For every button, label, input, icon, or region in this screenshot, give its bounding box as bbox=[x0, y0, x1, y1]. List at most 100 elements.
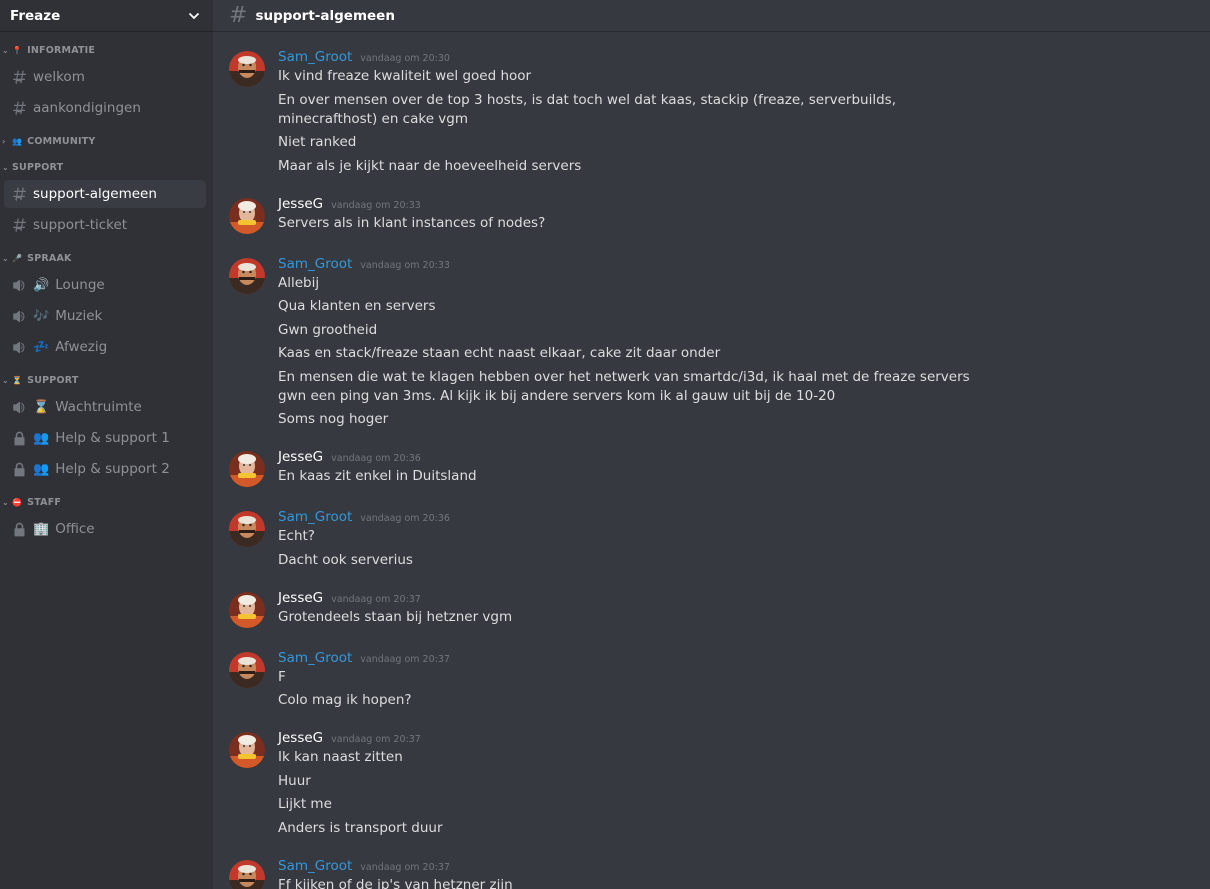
message-text: Lijkt me bbox=[278, 796, 332, 812]
username[interactable]: Sam_Groot bbox=[278, 650, 352, 666]
message-group: JesseG vandaag om 20:33 Servers als in kla… bbox=[213, 196, 1210, 236]
channel-list: ⌄ 📍 INFORMATIE welkom aankondigingen › 👥 COMMUN… bbox=[0, 31, 213, 543]
timestamp: vandaag om 20:36 bbox=[331, 453, 421, 464]
channel-sidebar: Freaze ⌄ 📍 INFORMATIE welkom aankondigingen ›… bbox=[0, 0, 213, 889]
avatar[interactable] bbox=[229, 859, 265, 889]
message-text: Servers als in klant instances of nodes? bbox=[278, 214, 546, 231]
channel-item-help-support-2[interactable]: 👥 Help & support 2 bbox=[4, 455, 206, 483]
chevron-down-icon[interactable] bbox=[187, 9, 201, 23]
channel-item-muziek[interactable]: 🎶 Muziek bbox=[4, 302, 206, 330]
lock-icon bbox=[11, 431, 27, 446]
hash-icon bbox=[11, 70, 27, 85]
avatar[interactable] bbox=[229, 651, 265, 688]
category-spraak[interactable]: ⌄ 🎤 SPRAAK bbox=[0, 251, 213, 265]
hash-icon bbox=[11, 218, 27, 233]
message-text: Ik vind freaze kwaliteit wel goed hoor bbox=[278, 68, 532, 84]
avatar[interactable] bbox=[229, 451, 265, 487]
speaker-icon bbox=[11, 400, 27, 415]
category-emoji-icon: ⏳ bbox=[12, 375, 23, 385]
caret-icon: ⌄ bbox=[2, 45, 9, 55]
channel-emoji-icon: 🎶 bbox=[33, 308, 50, 324]
category-label: SUPPORT bbox=[12, 161, 64, 173]
channel-item-wachtruimte[interactable]: ⌛ Wachtruimte bbox=[4, 393, 206, 421]
timestamp: vandaag om 20:30 bbox=[360, 53, 450, 64]
username[interactable]: Sam_Groot bbox=[278, 509, 352, 525]
username[interactable]: JesseG bbox=[278, 730, 323, 746]
avatar[interactable] bbox=[229, 257, 265, 294]
category-support[interactable]: ⌄ ⏳ SUPPORT bbox=[0, 373, 213, 387]
timestamp: vandaag om 20:33 bbox=[360, 259, 450, 271]
username[interactable]: Sam_Groot bbox=[278, 49, 352, 65]
channel-label: support-algemeen bbox=[33, 186, 157, 202]
username[interactable]: JesseG bbox=[278, 196, 323, 212]
message-text: Ff kijken of de ip's van hetzner zijn bbox=[278, 876, 513, 889]
hash-icon: # bbox=[229, 2, 248, 28]
avatar[interactable] bbox=[229, 591, 265, 628]
server-header[interactable]: Freaze bbox=[0, 0, 213, 31]
message-text: Soms nog hoger bbox=[278, 411, 389, 427]
channel-label: support-ticket bbox=[33, 217, 128, 233]
server-name: Freaze bbox=[10, 7, 61, 24]
message-text: Niet ranked bbox=[278, 134, 357, 150]
timestamp: vandaag om 20:37 bbox=[331, 593, 421, 605]
username[interactable]: JesseG bbox=[278, 449, 323, 465]
message-header: Sam_Groot vandaag om 20:37 bbox=[278, 858, 1210, 876]
message-text: Qua klanten en servers bbox=[278, 298, 436, 314]
timestamp: vandaag om 20:37 bbox=[360, 861, 450, 873]
message-group: Sam_Groot vandaag om 20:37 Ff kijken of de… bbox=[213, 858, 1210, 889]
channel-item-support-algemeen[interactable]: support-algemeen bbox=[4, 180, 206, 208]
category-emoji-icon: ⛔ bbox=[12, 497, 23, 507]
channel-label: Afwezig bbox=[55, 339, 108, 355]
message-text: Kaas en stack/freaze staan echt naast el… bbox=[278, 345, 721, 361]
caret-icon: ⌄ bbox=[2, 375, 9, 385]
channel-item-lounge[interactable]: 🔊 Lounge bbox=[4, 271, 206, 299]
message-header: Sam_Groot vandaag om 20:33 bbox=[278, 256, 1210, 274]
message-text: Gwn grootheid bbox=[278, 321, 378, 338]
message-list: Sam_Groot vandaag om 20:30 Ik vind freaze … bbox=[213, 31, 1210, 889]
avatar[interactable] bbox=[229, 511, 265, 547]
channel-emoji-icon: 💤 bbox=[33, 339, 50, 355]
avatar[interactable] bbox=[229, 197, 265, 234]
message-text: En kaas zit enkel in Duitsland bbox=[278, 468, 477, 484]
channel-item-aankondigingen[interactable]: aankondigingen bbox=[4, 94, 206, 122]
channel-item-support-ticket[interactable]: support-ticket bbox=[4, 211, 206, 239]
message-group: Sam_Groot vandaag om 20:33 Allebij Qua klan… bbox=[213, 256, 1210, 430]
channel-item-help-support-1[interactable]: 👥 Help & support 1 bbox=[4, 424, 206, 452]
hash-icon bbox=[11, 101, 27, 116]
avatar[interactable] bbox=[229, 51, 265, 87]
category-community[interactable]: › 👥 COMMUNITY bbox=[0, 134, 213, 148]
category-label: SUPPORT bbox=[27, 374, 79, 386]
message-header: JesseG vandaag om 20:37 bbox=[278, 590, 1210, 608]
category-informatie[interactable]: ⌄ 📍 INFORMATIE bbox=[0, 43, 213, 57]
channel-header: # support-algemeen bbox=[213, 0, 1210, 31]
message-text: Dacht ook serverius bbox=[278, 551, 413, 568]
username[interactable]: JesseG bbox=[278, 590, 323, 606]
channel-title: support-algemeen bbox=[255, 7, 395, 24]
channel-label: welkom bbox=[33, 69, 85, 85]
username[interactable]: Sam_Groot bbox=[278, 256, 352, 272]
avatar[interactable] bbox=[229, 732, 265, 768]
message-text: F bbox=[278, 668, 286, 685]
channel-item-welkom[interactable]: welkom bbox=[4, 63, 206, 91]
speaker-icon bbox=[11, 309, 27, 324]
caret-icon: ⌄ bbox=[2, 497, 9, 507]
username[interactable]: Sam_Groot bbox=[278, 858, 352, 874]
message-text: Allebij bbox=[278, 274, 320, 291]
channel-emoji-icon: 🏢 bbox=[33, 521, 50, 537]
message-group: JesseG vandaag om 20:37 Grotendeels staan … bbox=[213, 590, 1210, 630]
category-support[interactable]: ⌄ SUPPORT bbox=[0, 160, 213, 174]
message-group: JesseG vandaag om 20:37 Ik kan naast zitte… bbox=[213, 730, 1210, 838]
channel-item-afwezig[interactable]: 💤 Afwezig bbox=[4, 333, 206, 361]
lock-icon bbox=[11, 522, 27, 537]
channel-label: Lounge bbox=[55, 277, 105, 293]
channel-label: Help & support 1 bbox=[55, 430, 170, 446]
channel-label: aankondigingen bbox=[33, 100, 141, 116]
message-group: Sam_Groot vandaag om 20:36 Echt? Dacht ook … bbox=[213, 509, 1210, 570]
category-label: SPRAAK bbox=[27, 252, 72, 264]
message-text: Colo mag ik hopen? bbox=[278, 692, 412, 708]
channel-label: Help & support 2 bbox=[55, 461, 170, 477]
channel-item-office[interactable]: 🏢 Office bbox=[4, 515, 206, 543]
hash-icon bbox=[11, 187, 27, 202]
category-staff[interactable]: ⌄ ⛔ STAFF bbox=[0, 495, 213, 509]
message-text: Maar als je kijkt naar de hoeveelheid se… bbox=[278, 157, 582, 174]
